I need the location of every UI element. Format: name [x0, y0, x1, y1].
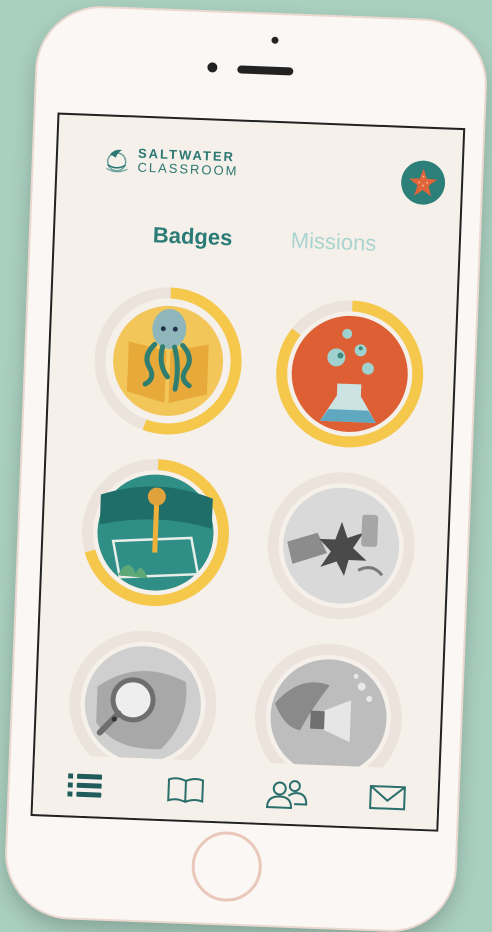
bird-globe-icon — [106, 149, 128, 173]
app-header: SALTWATER CLASSROOM — [56, 115, 463, 210]
front-sensor — [271, 36, 279, 44]
profile-avatar[interactable] — [400, 159, 446, 206]
brand-line2: CLASSROOM — [137, 159, 239, 179]
badge-sampling[interactable] — [77, 454, 235, 612]
shark-megaphone-icon — [270, 659, 387, 776]
tab-bar: Badges Missions — [54, 219, 459, 274]
phone-frame: SALTWATER CLASSROOM Badges Missions — [4, 5, 488, 932]
ocean-trash-icon — [283, 487, 400, 604]
app-screen: SALTWATER CLASSROOM Badges Missions — [30, 112, 466, 832]
octopus-reading-icon — [113, 305, 224, 416]
badge-trash[interactable] — [262, 467, 420, 625]
badge-grid — [35, 274, 457, 791]
people-icon — [265, 780, 307, 809]
tab-missions[interactable]: Missions — [290, 228, 376, 257]
nav-community[interactable] — [260, 773, 311, 815]
ocean-sampling-icon — [97, 474, 214, 591]
nav-book[interactable] — [159, 769, 210, 811]
magnifier-creature-icon — [84, 646, 201, 763]
nav-list[interactable] — [58, 765, 109, 807]
mail-icon — [368, 784, 406, 811]
home-button[interactable] — [190, 830, 264, 903]
nav-messages[interactable] — [361, 777, 412, 819]
front-camera — [207, 62, 218, 73]
brand-name: SALTWATER CLASSROOM — [137, 146, 239, 179]
flask-planets-icon — [291, 315, 408, 432]
badge-flask[interactable] — [271, 295, 429, 453]
list-icon — [66, 773, 102, 798]
earpiece-speaker — [237, 65, 294, 76]
brand-logo[interactable]: SALTWATER CLASSROOM — [103, 144, 239, 179]
book-icon — [166, 777, 204, 804]
badge-octopus[interactable] — [89, 282, 247, 440]
tab-badges[interactable]: Badges — [152, 222, 232, 251]
starfish-icon — [409, 168, 438, 197]
